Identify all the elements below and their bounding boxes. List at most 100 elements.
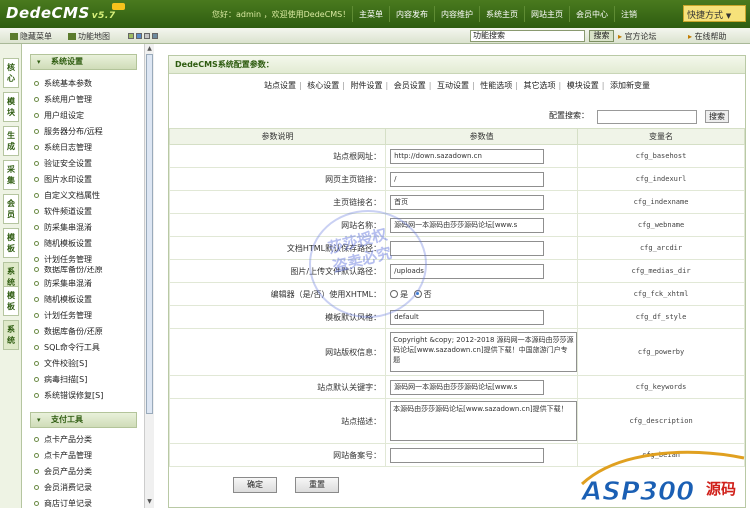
nav-logout[interactable]: 注销 (614, 6, 643, 22)
nav-content-maintain[interactable]: 内容维护 (434, 6, 479, 22)
tab-interaction-settings[interactable]: 互动设置 (437, 81, 469, 90)
sidebar-item[interactable]: 系统日志管理 (34, 142, 92, 154)
arcdir-input[interactable] (390, 240, 545, 256)
theme-color-4[interactable] (152, 33, 158, 39)
sidebar-item[interactable]: 系统用户管理 (34, 94, 92, 106)
map-icon (68, 33, 76, 40)
official-forum-link[interactable]: ▸ 官方论坛 (618, 31, 657, 42)
bullet-icon (34, 257, 39, 262)
sidebar-item[interactable]: 病毒扫描[S] (34, 374, 87, 386)
sidebar-item[interactable]: 防采集串混淆 (34, 222, 92, 234)
site-map-button[interactable]: 功能地图 (68, 31, 110, 42)
bullet-icon (34, 209, 39, 214)
sidebar-item[interactable]: 计划任务管理 (34, 310, 92, 322)
sidebar-item[interactable]: SQL命令行工具 (34, 342, 100, 354)
medias-dir-input[interactable]: /uploads (390, 263, 545, 279)
sidebar-item[interactable]: 点卡产品管理 (34, 450, 92, 462)
sidebar-item[interactable]: 系统基本参数 (34, 78, 92, 90)
tab-collect[interactable]: 采集 (3, 160, 19, 190)
xhtml-no-radio[interactable]: 否 (413, 289, 432, 299)
tab-other-options[interactable]: 其它选项 (524, 81, 556, 90)
bullet-icon (34, 469, 39, 474)
beian-input[interactable] (390, 447, 545, 463)
tab-member-settings[interactable]: 会员设置 (394, 81, 426, 90)
tab-site-settings[interactable]: 站点设置 (264, 81, 296, 90)
tab-generate[interactable]: 生成 (3, 126, 19, 156)
sidebar-item[interactable]: 数据库备份/还原 (34, 266, 103, 274)
bullet-icon (34, 501, 39, 506)
sidebar-item[interactable]: 点卡产品分类 (34, 434, 92, 446)
sidebar-item[interactable]: 计划任务管理 (34, 254, 92, 266)
top-nav: 主菜单 内容发布 内容维护 系统主页 网站主页 会员中心 注销 (352, 6, 643, 22)
sidebar-item[interactable]: 软件频道设置 (34, 206, 92, 218)
function-search-button[interactable]: 搜索 (589, 30, 614, 42)
online-help-link[interactable]: ▸ 在线帮助 (688, 31, 727, 42)
sidebar-item[interactable]: 用户组设定 (34, 110, 84, 122)
tab-performance-options[interactable]: 性能选项 (480, 81, 512, 90)
sidebar-group-payment[interactable]: ▾ 支付工具 (30, 412, 137, 428)
keywords-input[interactable]: 源码网一本源码由莎莎源码论坛[www.s (390, 379, 545, 395)
hide-menu-button[interactable]: 隐藏菜单 (10, 31, 52, 42)
basehost-input[interactable]: http://down.sazadown.cn (390, 148, 545, 164)
tab-template-2[interactable]: 模板 (3, 286, 19, 316)
xhtml-yes-radio[interactable]: 是 (390, 289, 408, 299)
sidebar-item[interactable]: 图片水印设置 (34, 174, 92, 186)
variable-name: cfg_webname (577, 213, 745, 237)
table-row: 图片/上传文件默认路径： /uploads cfg_medias_dir (168, 259, 745, 283)
sidebar-item[interactable]: 随机模板设置 (34, 294, 92, 306)
function-search-input[interactable]: 功能搜索 (470, 30, 585, 42)
sidebar-item[interactable]: 服务器分布/远程 (34, 126, 103, 138)
nav-main-menu[interactable]: 主菜单 (352, 6, 389, 22)
nav-member-center[interactable]: 会员中心 (569, 6, 614, 22)
config-search-button[interactable]: 搜索 (705, 110, 729, 123)
theme-color-1[interactable] (128, 33, 134, 39)
sidebar-item[interactable]: 系统错误修复[S] (34, 390, 103, 402)
tab-member[interactable]: 会员 (3, 194, 19, 224)
tab-core-settings[interactable]: 核心设置 (307, 81, 339, 90)
df-style-input[interactable]: default (390, 309, 545, 325)
tab-core[interactable]: 核心 (3, 58, 19, 88)
theme-color-2[interactable] (136, 33, 142, 39)
bullet-icon (34, 129, 39, 134)
webname-input[interactable]: 源码网一本源码由莎莎源码论坛[www.s (390, 217, 545, 233)
sidebar-scrollbar[interactable]: ▲ ▼ (144, 44, 154, 508)
nav-content-publish[interactable]: 内容发布 (389, 6, 434, 22)
sidebar-item[interactable]: 文件校验[S] (34, 358, 87, 370)
variable-name: cfg_medias_dir (577, 259, 745, 283)
reset-button[interactable]: 重置 (295, 477, 339, 493)
indexurl-input[interactable]: / (390, 171, 545, 187)
ok-button[interactable]: 确定 (233, 477, 277, 493)
nav-system-home[interactable]: 系统主页 (479, 6, 524, 22)
sidebar-item[interactable]: 验证安全设置 (34, 158, 92, 170)
chevron-down-icon: ▾ (37, 58, 41, 66)
sub-toolbar: 隐藏菜单 功能地图 功能搜索 搜索 ▸ 官方论坛 ▸ 在线帮助 (0, 28, 750, 44)
config-search-input[interactable] (597, 110, 697, 124)
sidebar-group-system[interactable]: ▾ 系统设置 (30, 54, 137, 70)
tab-module[interactable]: 模块 (3, 92, 19, 122)
powerby-textarea[interactable]: Copyright &copy; 2012-2018 源码网一本源码由莎莎源码论… (390, 332, 578, 372)
arrow-right-icon: ▸ (688, 32, 693, 41)
sidebar-item[interactable]: 自定义文档属性 (34, 190, 100, 202)
theme-color-3[interactable] (144, 33, 150, 39)
tab-template[interactable]: 模板 (3, 228, 19, 258)
nav-site-home[interactable]: 网站主页 (524, 6, 569, 22)
quick-menu-button[interactable]: 快捷方式 ▼ (683, 5, 746, 22)
table-row: 主页链接名： 首页 cfg_indexname (168, 190, 745, 214)
sidebar-item[interactable]: 会员消费记录 (34, 482, 92, 494)
tab-module-settings[interactable]: 模块设置 (567, 81, 599, 90)
indexname-input[interactable]: 首页 (390, 194, 545, 210)
tab-attachment-settings[interactable]: 附件设置 (351, 81, 383, 90)
scroll-up-icon[interactable]: ▲ (146, 45, 153, 53)
tab-add-variable[interactable]: 添加新变量 (610, 81, 650, 90)
description-textarea[interactable]: 本源码由莎莎源码论坛[www.sazadown.cn]提供下载！ (390, 401, 578, 441)
sidebar-item[interactable]: 会员产品分类 (34, 466, 92, 478)
sidebar-item[interactable]: 商店订单记录 (34, 498, 92, 508)
scroll-thumb[interactable] (146, 54, 153, 414)
sidebar-item[interactable]: 防采集串混淆 (34, 278, 92, 290)
column-header: 变量名 (577, 128, 745, 145)
row-label: 站点默认关键字： (168, 375, 387, 399)
sidebar-item[interactable]: 随机模板设置 (34, 238, 92, 250)
scroll-down-icon[interactable]: ▼ (146, 498, 153, 506)
tab-system-2[interactable]: 系统 (3, 320, 19, 350)
sidebar-item[interactable]: 数据库备份/还原 (34, 326, 103, 338)
